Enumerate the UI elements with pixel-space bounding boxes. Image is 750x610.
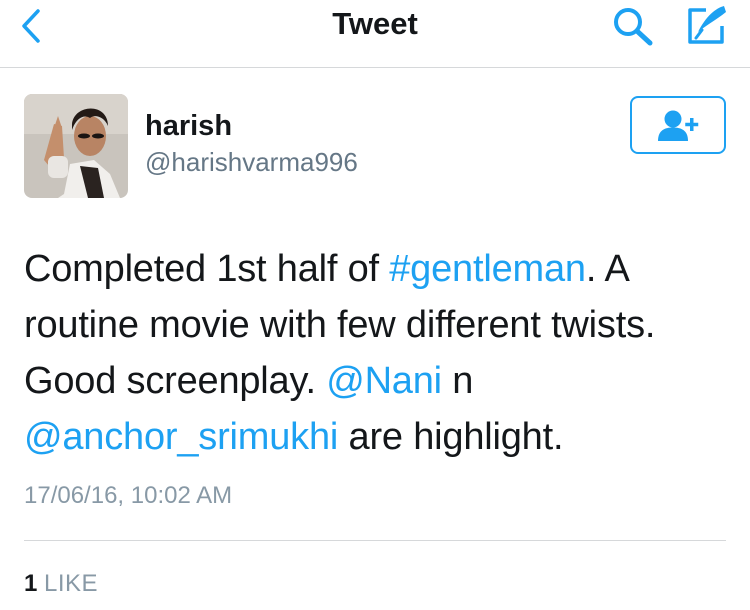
search-icon [614,8,653,46]
avatar[interactable] [24,94,128,198]
compose-icon [688,6,726,44]
author-name[interactable]: harish [145,110,232,143]
mention-link[interactable]: @Nani [326,360,442,402]
tweet-text-segment: Completed 1st half of [24,248,390,290]
tweet-text-segment: are highlight. [338,416,564,458]
likes-label: LIKE [44,570,99,597]
search-button[interactable] [608,4,656,48]
nav-bar: Tweet [0,0,750,68]
hashtag-link[interactable]: #gentleman [389,248,586,290]
divider [24,540,726,541]
likes-count: 1 [24,570,38,597]
tweet-timestamp: 17/06/16, 10:02 AM [24,482,233,509]
mention-link[interactable]: @anchor_srimukhi [24,416,338,458]
tweet-text-segment: n [441,360,474,402]
avatar-photo [24,94,128,198]
likes-stat[interactable]: 1 LIKE [24,570,98,598]
follow-button[interactable] [630,96,726,154]
author-handle[interactable]: @harishvarma996 [145,147,358,178]
tweet-text: Completed 1st half of #gentleman. A rout… [24,241,724,465]
follow-user-icon [658,110,699,141]
compose-button[interactable] [682,2,730,48]
